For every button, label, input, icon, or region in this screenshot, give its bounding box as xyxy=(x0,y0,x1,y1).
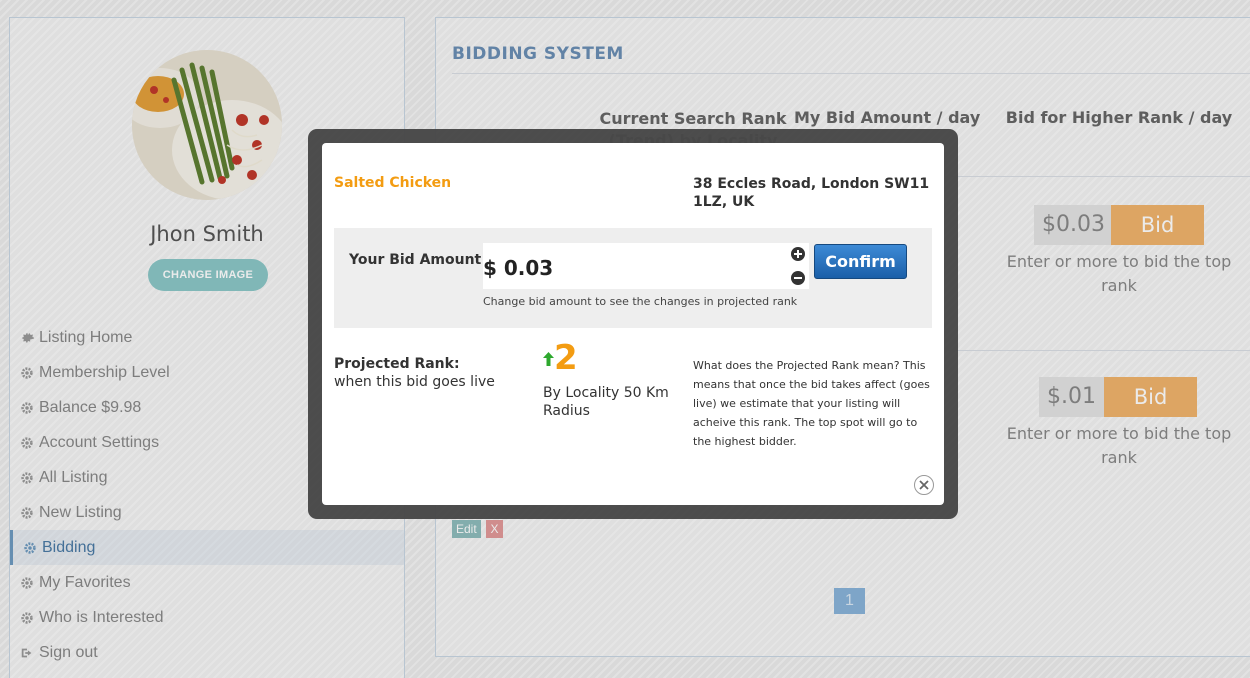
gear-icon xyxy=(20,576,34,590)
bid-hint: Change bid amount to see the changes in … xyxy=(483,295,798,308)
projected-rank-scope: By Locality 50 Km Radius xyxy=(543,385,669,419)
higher-bid-amount: $.01 xyxy=(1039,377,1104,417)
close-button[interactable] xyxy=(914,475,934,495)
bid-entry-panel: Your Bid Amount Confirm Change bid amoun… xyxy=(334,228,932,328)
sidebar-item-label: Who is Interested xyxy=(39,608,164,626)
confirm-button[interactable]: Confirm xyxy=(814,244,907,279)
edit-button[interactable]: Edit xyxy=(452,520,481,538)
bid-button[interactable]: Bid xyxy=(1104,377,1197,417)
sidebar-item-label: Account Settings xyxy=(39,433,160,451)
minus-icon xyxy=(794,277,802,279)
bid-amount-label: Your Bid Amount xyxy=(349,252,482,268)
bid-button[interactable]: Bid xyxy=(1111,205,1204,245)
projected-rank-value: 2 xyxy=(554,338,578,378)
sidebar-item-sign-out[interactable]: Sign out xyxy=(10,635,404,670)
bid-amount-input[interactable] xyxy=(483,243,809,289)
sign-out-icon xyxy=(20,646,34,660)
gear-icon xyxy=(20,471,34,485)
gear-icon xyxy=(20,331,34,345)
sidebar-item-my-favorites[interactable]: My Favorites xyxy=(10,565,404,600)
listing-name: Salted Chicken xyxy=(334,175,452,191)
gear-icon xyxy=(20,401,34,415)
sidebar-item-label: Balance $9.98 xyxy=(39,398,142,416)
page-title: BIDDING SYSTEM xyxy=(452,44,624,64)
sidebar-item-label: New Listing xyxy=(39,503,122,521)
column-header-my-bid: My Bid Amount / day xyxy=(794,108,981,127)
gear-icon xyxy=(20,366,34,380)
gear-icon xyxy=(20,506,34,520)
sidebar-item-label: Bidding xyxy=(42,538,96,556)
pagination-page-1[interactable]: 1 xyxy=(834,588,865,614)
plus-icon xyxy=(794,250,802,258)
close-icon xyxy=(919,480,929,490)
projected-rank-help: What does the Projected Rank mean? This … xyxy=(693,359,930,448)
food-photo-image xyxy=(132,50,282,200)
sidebar-item-label: My Favorites xyxy=(39,573,131,591)
delete-button[interactable]: X xyxy=(486,520,503,538)
sidebar-item-label: All Listing xyxy=(39,468,108,486)
bid-note: Enter or more to bid the top rank xyxy=(1006,424,1232,467)
column-header-higher-bid: Bid for Higher Rank / day xyxy=(1005,108,1233,127)
projected-rank-label: Projected Rank: xyxy=(334,356,460,372)
projected-rank-subtitle: when this bid goes live xyxy=(334,374,495,390)
sidebar-item-label: Sign out xyxy=(39,643,98,661)
higher-bid-amount: $0.03 xyxy=(1034,205,1111,245)
divider xyxy=(452,73,1250,74)
gear-icon xyxy=(20,436,34,450)
sidebar-item-who-is-interested[interactable]: Who is Interested xyxy=(10,600,404,635)
sidebar-item-bidding[interactable]: Bidding xyxy=(10,530,404,565)
bid-note: Enter or more to bid the top rank xyxy=(1006,252,1232,295)
sidebar-item-label: Listing Home xyxy=(39,328,133,346)
arrow-up-icon xyxy=(543,352,554,366)
listing-address: 38 Eccles Road, London SW11 1LZ, UK xyxy=(693,176,930,210)
bid-modal: Salted Chicken 38 Eccles Road, London SW… xyxy=(322,143,944,505)
increase-bid-button[interactable] xyxy=(791,247,805,261)
avatar xyxy=(132,50,282,200)
decrease-bid-button[interactable] xyxy=(791,271,805,285)
change-image-button[interactable]: CHANGE IMAGE xyxy=(148,259,268,291)
gear-icon xyxy=(20,611,34,625)
sidebar-item-label: Membership Level xyxy=(39,363,170,381)
gear-icon xyxy=(23,541,37,555)
